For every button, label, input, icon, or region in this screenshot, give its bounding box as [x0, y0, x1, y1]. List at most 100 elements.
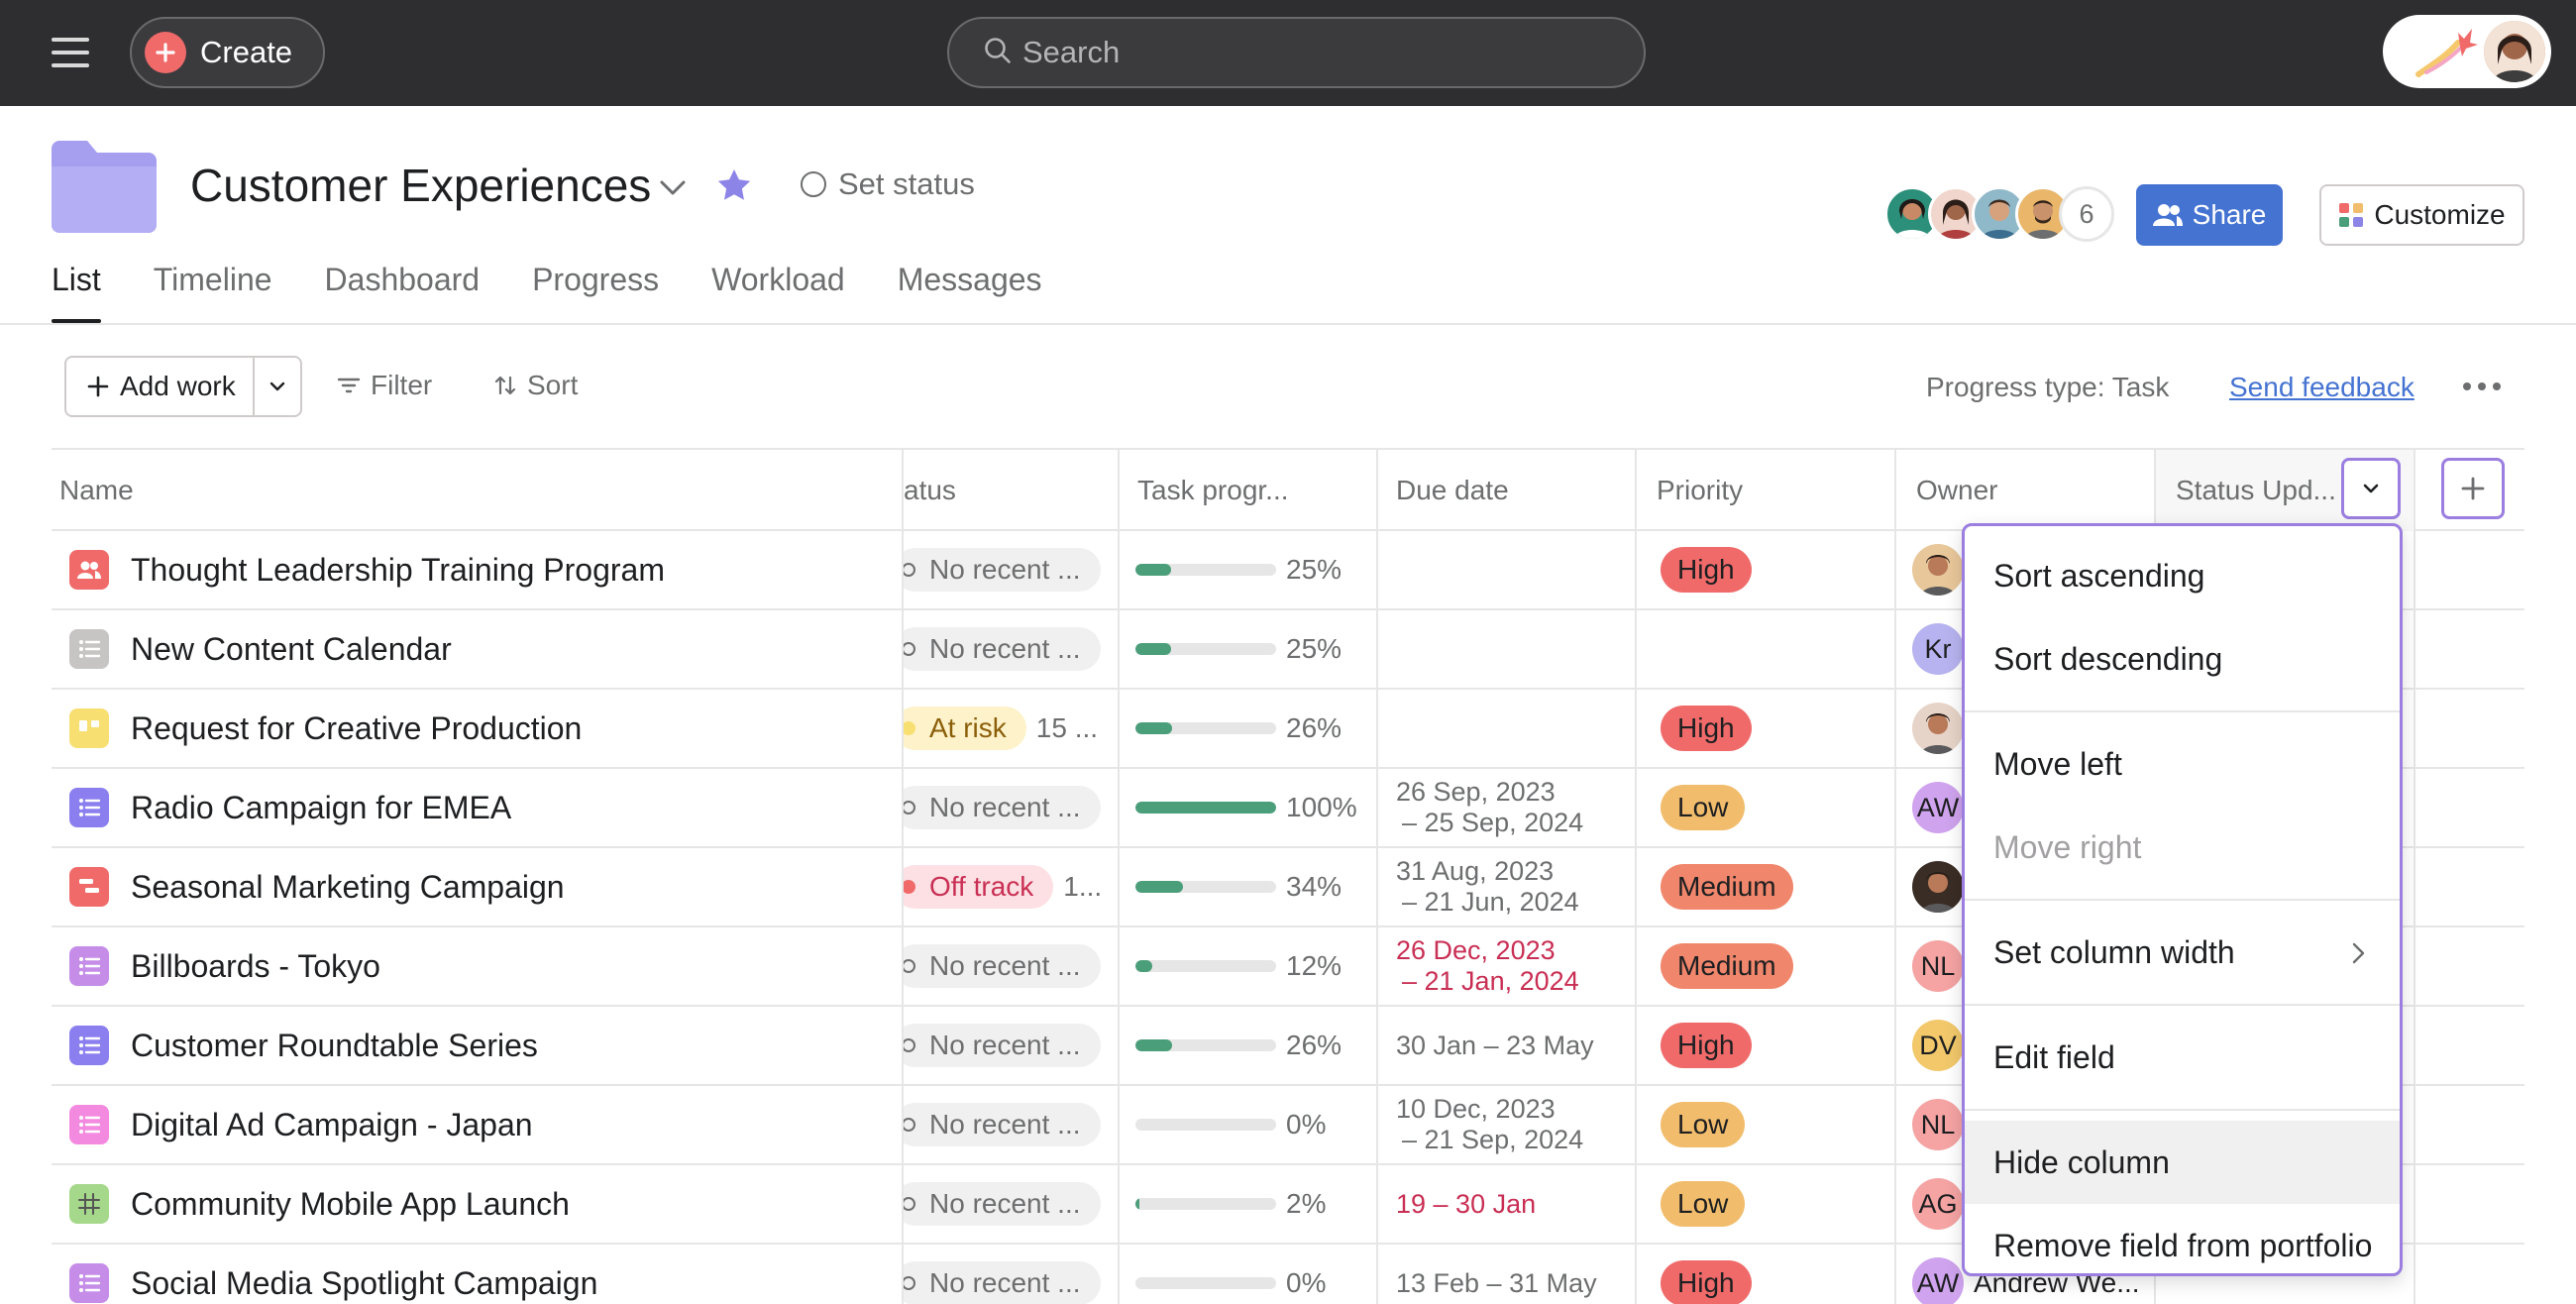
due-date-cell[interactable]: 19 – 30 Jan — [1378, 1165, 1637, 1243]
menu-item-sort-ascending[interactable]: Sort ascending — [1965, 534, 2400, 617]
priority-cell[interactable]: High — [1637, 531, 1896, 608]
priority-cell[interactable]: Medium — [1637, 927, 1896, 1005]
add-work-button[interactable]: Add work — [66, 358, 255, 415]
tab-list[interactable]: List — [52, 262, 101, 323]
status-cell[interactable]: At risk 15 ... — [904, 690, 1120, 767]
tab-messages[interactable]: Messages — [898, 262, 1042, 321]
owner-avatar — [1912, 703, 1964, 754]
priority-cell[interactable]: Low — [1637, 769, 1896, 846]
view-tabs: List Timeline Dashboard Progress Workloa… — [52, 262, 1095, 323]
column-header-due-date[interactable]: Due date — [1378, 450, 1637, 531]
customize-button[interactable]: Customize — [2319, 184, 2524, 246]
star-icon[interactable] — [715, 166, 753, 204]
list-icon — [69, 788, 109, 827]
menu-item-move-left[interactable]: Move left — [1965, 722, 2400, 806]
priority-badge: Low — [1661, 1102, 1746, 1147]
project-name-cell[interactable]: Seasonal Marketing Campaign — [52, 848, 904, 925]
status-cell[interactable]: Off track 1... — [904, 848, 1120, 925]
due-date-cell[interactable]: 10 Dec, 2023 – 21 Sep, 2024 — [1378, 1086, 1637, 1163]
progress-fill — [1135, 564, 1171, 576]
status-cell[interactable]: No recent ... — [904, 769, 1120, 846]
more-options-icon[interactable] — [2461, 375, 2503, 398]
due-date-cell[interactable] — [1378, 610, 1637, 688]
profile-menu[interactable] — [2383, 15, 2551, 88]
project-name-cell[interactable]: Social Media Spotlight Campaign — [52, 1245, 904, 1304]
priority-cell[interactable]: High — [1637, 1007, 1896, 1084]
progress-bar — [1135, 960, 1276, 972]
due-date-cell[interactable]: 26 Dec, 2023 – 21 Jan, 2024 — [1378, 927, 1637, 1005]
status-cell[interactable]: No recent ... — [904, 1165, 1120, 1243]
progress-percent: 26% — [1286, 1030, 1342, 1060]
column-header-priority[interactable]: Priority — [1637, 450, 1896, 531]
column-header-task-progress[interactable]: Task progr... — [1120, 450, 1378, 531]
tab-progress[interactable]: Progress — [532, 262, 659, 321]
due-date-cell[interactable]: 31 Aug, 2023 – 21 Jun, 2024 — [1378, 848, 1637, 925]
empty-cell — [2415, 1165, 2524, 1243]
add-work-dropdown[interactable] — [255, 358, 300, 415]
project-name: New Content Calendar — [131, 630, 452, 667]
project-name-cell[interactable]: Thought Leadership Training Program — [52, 531, 904, 608]
filter-icon — [337, 376, 361, 395]
project-name: Seasonal Marketing Campaign — [131, 868, 565, 905]
due-date-cell[interactable]: 30 Jan – 23 May — [1378, 1007, 1637, 1084]
project-name-cell[interactable]: New Content Calendar — [52, 610, 904, 688]
add-column-button[interactable] — [2441, 458, 2505, 519]
search-bar[interactable] — [947, 17, 1646, 88]
search-input[interactable] — [1022, 35, 1617, 70]
top-bar: Create — [0, 0, 2576, 106]
project-name-cell[interactable]: Request for Creative Production — [52, 690, 904, 767]
create-button[interactable]: Create — [130, 17, 325, 88]
set-status-button[interactable]: Set status — [801, 166, 975, 202]
share-button[interactable]: Share — [2136, 184, 2283, 246]
column-header-owner[interactable]: Owner — [1896, 450, 2156, 531]
due-date-cell[interactable] — [1378, 690, 1637, 767]
project-name: Radio Campaign for EMEA — [131, 789, 512, 825]
chevron-down-icon[interactable] — [656, 170, 690, 204]
project-name-cell[interactable]: Community Mobile App Launch — [52, 1165, 904, 1243]
tab-dashboard[interactable]: Dashboard — [325, 262, 481, 321]
status-badge: No recent ... — [904, 627, 1101, 671]
project-name-cell[interactable]: Digital Ad Campaign - Japan — [52, 1086, 904, 1163]
priority-cell[interactable]: Low — [1637, 1086, 1896, 1163]
progress-type-label[interactable]: Progress type: Task — [1926, 372, 2169, 403]
due-date-start: 26 Sep, 2023 — [1396, 777, 1556, 807]
due-date-cell[interactable]: 26 Sep, 2023 – 25 Sep, 2024 — [1378, 769, 1637, 846]
status-cell[interactable]: No recent ... — [904, 1007, 1120, 1084]
status-cell[interactable]: No recent ... — [904, 610, 1120, 688]
priority-cell[interactable]: High — [1637, 690, 1896, 767]
column-header-status[interactable]: atus — [904, 450, 1120, 531]
column-header-name[interactable]: Name — [52, 450, 904, 531]
menu-item-edit-field[interactable]: Edit field — [1965, 1016, 2400, 1099]
menu-item-remove-field[interactable]: Remove field from portfolio — [1965, 1204, 2400, 1287]
sort-button[interactable]: Sort — [493, 370, 578, 401]
priority-cell[interactable]: Medium — [1637, 848, 1896, 925]
filter-button[interactable]: Filter — [337, 370, 432, 401]
due-date-cell[interactable]: 13 Feb – 31 May — [1378, 1245, 1637, 1304]
status-dot — [904, 642, 915, 656]
progress-fill — [1135, 960, 1153, 972]
project-name-cell[interactable]: Radio Campaign for EMEA — [52, 769, 904, 846]
task-progress-cell: 26% — [1120, 690, 1378, 767]
chevron-down-icon — [2360, 478, 2382, 499]
status-cell[interactable]: No recent ... — [904, 1245, 1120, 1304]
project-name: Social Media Spotlight Campaign — [131, 1264, 598, 1301]
menu-icon[interactable] — [52, 36, 93, 69]
status-cell[interactable]: No recent ... — [904, 1086, 1120, 1163]
priority-cell[interactable]: High — [1637, 1245, 1896, 1304]
column-options-button[interactable] — [2341, 458, 2401, 519]
progress-percent: 34% — [1286, 871, 1342, 902]
status-cell[interactable]: No recent ... — [904, 531, 1120, 608]
project-name-cell[interactable]: Billboards - Tokyo — [52, 927, 904, 1005]
tab-timeline[interactable]: Timeline — [154, 262, 272, 321]
due-date-cell[interactable] — [1378, 531, 1637, 608]
priority-badge: High — [1661, 547, 1752, 593]
priority-cell[interactable]: Low — [1637, 1165, 1896, 1243]
status-cell[interactable]: No recent ... — [904, 927, 1120, 1005]
priority-cell[interactable] — [1637, 610, 1896, 688]
menu-item-hide-column[interactable]: Hide column — [1965, 1121, 2400, 1204]
project-name-cell[interactable]: Customer Roundtable Series — [52, 1007, 904, 1084]
tab-workload[interactable]: Workload — [711, 262, 845, 321]
menu-item-set-column-width[interactable]: Set column width — [1965, 911, 2400, 994]
menu-item-sort-descending[interactable]: Sort descending — [1965, 617, 2400, 701]
send-feedback-link[interactable]: Send feedback — [2229, 372, 2415, 403]
